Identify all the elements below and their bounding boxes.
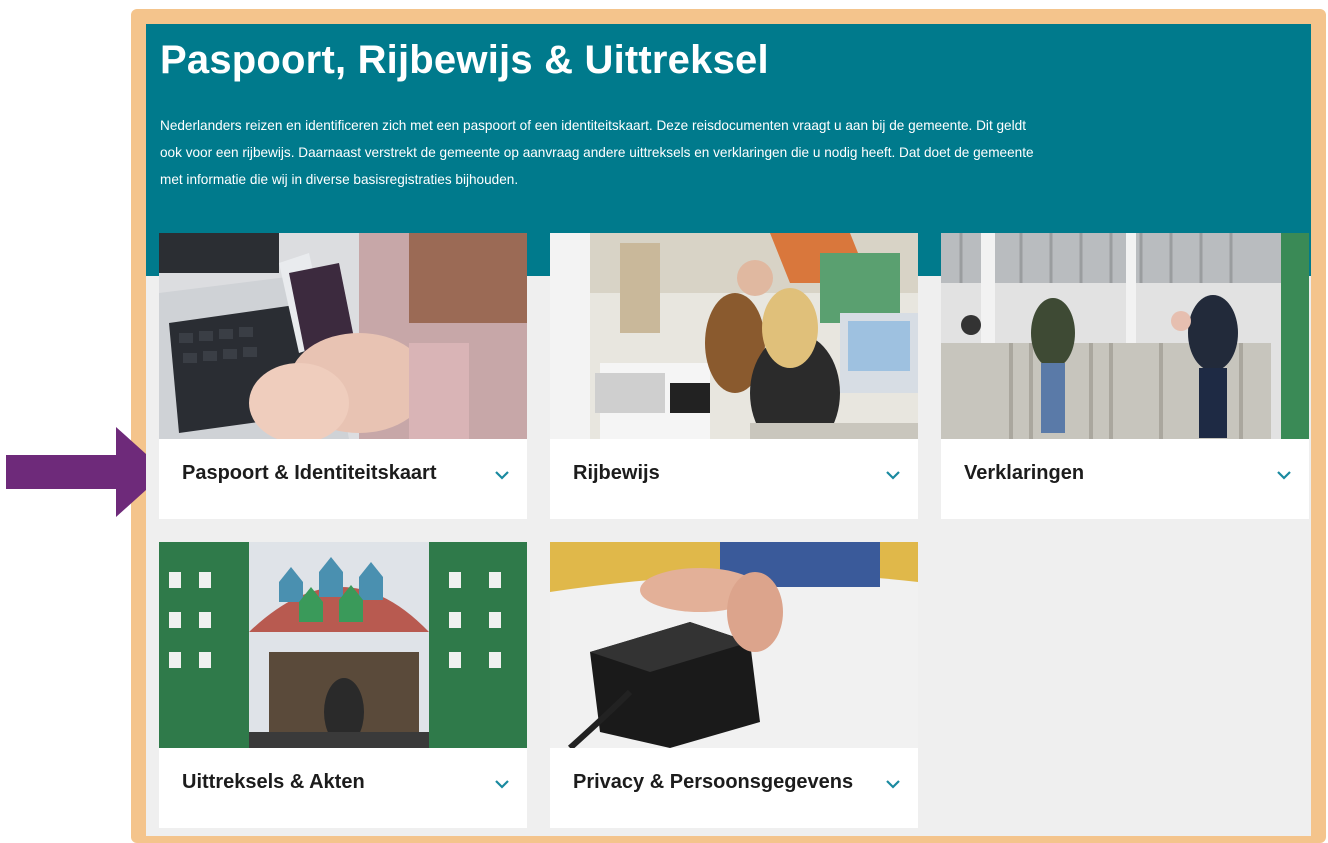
page-content: Paspoort, Rijbewijs & Uittreksel Nederla… — [146, 24, 1311, 836]
card-label: Rijbewijs — [573, 462, 660, 484]
card-uittreksels[interactable]: Uittreksels & Akten — [159, 542, 527, 828]
card-label: Paspoort & Identiteitskaart — [182, 462, 437, 484]
chevron-down-icon[interactable] — [494, 469, 510, 481]
card-label: Uittreksels & Akten — [182, 771, 365, 793]
card-label: Privacy & Persoonsgegevens — [573, 771, 854, 793]
page-title: Paspoort, Rijbewijs & Uittreksel — [160, 38, 769, 82]
chevron-down-icon[interactable] — [494, 778, 510, 790]
card-image-privacy — [550, 542, 918, 748]
card-image-paspoort — [159, 233, 527, 439]
chevron-down-icon[interactable] — [1276, 469, 1292, 481]
chevron-down-icon[interactable] — [885, 778, 901, 790]
card-label: Verklaringen — [964, 462, 1085, 484]
chevron-down-icon[interactable] — [885, 469, 901, 481]
card-image-verklaringen — [941, 233, 1309, 439]
card-paspoort[interactable]: Paspoort & Identiteitskaart — [159, 233, 527, 519]
card-image-rijbewijs — [550, 233, 918, 439]
card-verklaringen[interactable]: Verklaringen — [941, 233, 1309, 519]
page-intro: Nederlanders reizen en identificeren zic… — [160, 118, 1034, 187]
card-rijbewijs[interactable]: Rijbewijs — [550, 233, 918, 519]
card-image-uittreksels — [159, 542, 527, 748]
card-privacy[interactable]: Privacy & Persoonsgegevens — [550, 542, 918, 828]
